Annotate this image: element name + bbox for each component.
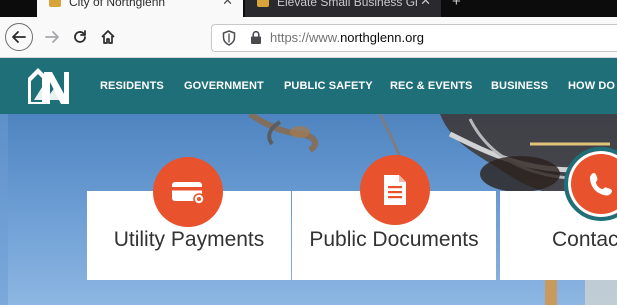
public-documents-badge[interactable] (360, 155, 430, 225)
home-icon (101, 30, 115, 44)
tab-elevate-grant[interactable]: Elevate Small Business Grant (E ✕ (245, 0, 441, 17)
close-tab-icon[interactable]: ✕ (420, 0, 431, 8)
tab-title: Elevate Small Business Grant (E (277, 0, 417, 9)
hero-banner: Utility Payments Public Documents Contac (0, 114, 617, 305)
site-favicon-icon (49, 0, 61, 7)
phone-icon (589, 173, 612, 196)
reload-icon (74, 30, 86, 43)
nav-public-safety[interactable]: PUBLIC SAFETY (284, 80, 373, 92)
nav-residents[interactable]: RESIDENTS (100, 80, 164, 92)
url-text: https://www.northglenn.org (270, 30, 424, 45)
tab-city-of-northglenn[interactable]: City of Northglenn ✕ (37, 0, 243, 17)
arrow-left-icon (12, 31, 26, 43)
site-favicon-icon (257, 0, 269, 7)
nav-business[interactable]: BUSINESS (491, 80, 548, 92)
nav-government[interactable]: GOVERNMENT (184, 80, 264, 92)
tab-title: City of Northglenn (69, 0, 166, 9)
card-label: Contac (552, 228, 617, 251)
back-button[interactable] (5, 23, 33, 51)
new-tab-icon[interactable]: + (452, 0, 461, 10)
arrow-right-icon (45, 31, 59, 43)
lock-icon[interactable] (250, 30, 262, 45)
close-tab-icon[interactable]: ✕ (222, 0, 233, 8)
browser-tab-strip: City of Northglenn ✕ Elevate Small Busin… (0, 0, 617, 17)
browser-toolbar: https://www.northglenn.org (0, 17, 617, 58)
northglenn-logo-icon[interactable] (26, 66, 70, 106)
site-header: RESIDENTS GOVERNMENT PUBLIC SAFETY REC &… (0, 58, 617, 114)
reload-button[interactable] (66, 23, 94, 51)
utility-payments-badge[interactable] (153, 157, 223, 227)
forward-button[interactable] (38, 23, 66, 51)
document-icon (384, 175, 406, 205)
nav-rec-events[interactable]: REC & EVENTS (390, 80, 473, 92)
address-bar[interactable]: https://www.northglenn.org (211, 24, 617, 52)
tracking-shield-icon[interactable] (222, 30, 236, 46)
home-button[interactable] (94, 23, 122, 51)
card-label: Utility Payments (113, 228, 265, 251)
card-label: Public Documents (309, 228, 479, 251)
nav-how-do[interactable]: HOW DO (568, 80, 615, 92)
credit-card-icon (172, 182, 205, 205)
